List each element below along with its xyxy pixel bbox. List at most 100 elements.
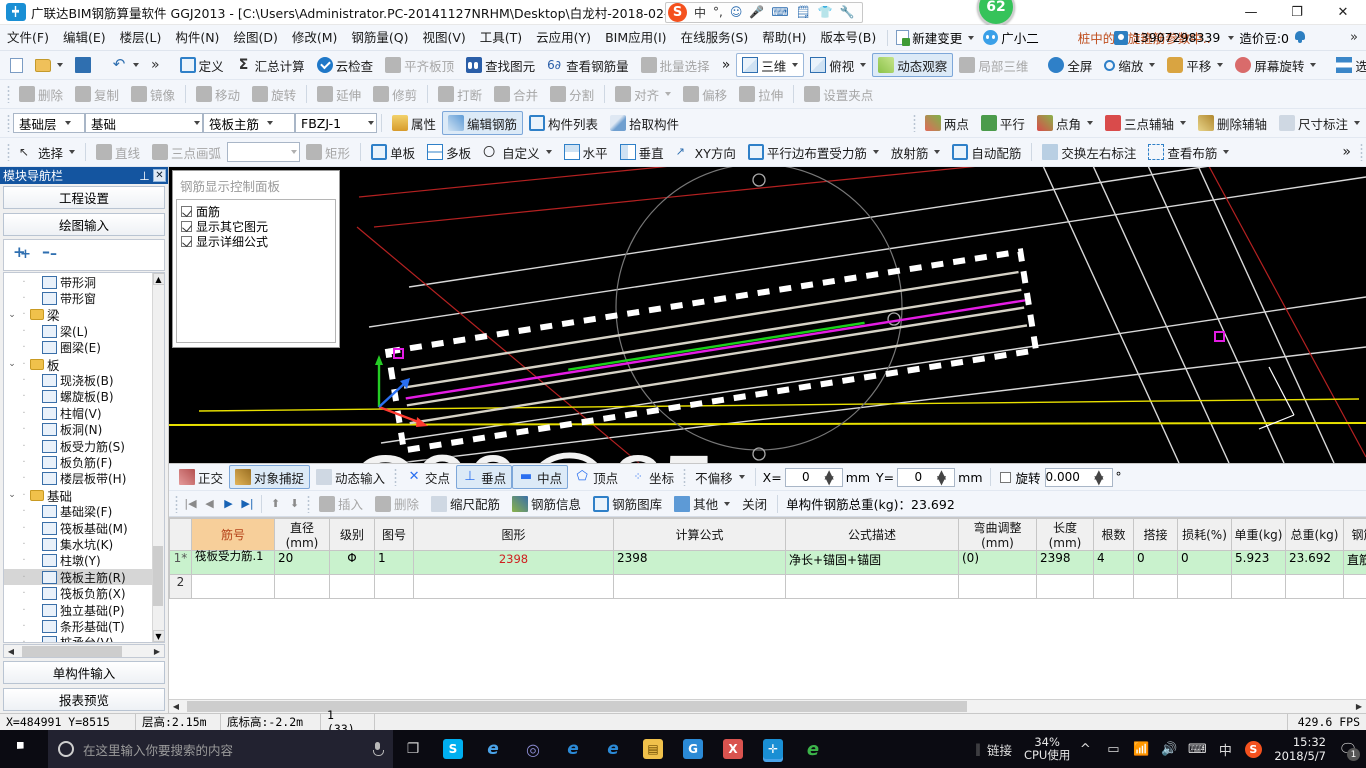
top-view-button[interactable]: 俯视 [804,53,872,77]
checkbox-show-other[interactable] [181,221,192,232]
view-layout-button[interactable]: 查看布筋 [1142,140,1235,164]
menu-file[interactable]: 文件(F) [0,26,56,50]
rotate-spinner[interactable]: ▲ ▼ [1083,468,1110,486]
tree-item-leaf[interactable]: · 梁(L) [4,323,152,339]
taskbar-app-edge[interactable]: e [553,730,593,768]
checkbox-top-rebar[interactable] [181,206,192,217]
summary-calc-button[interactable]: Σ 汇总计算 [230,53,311,77]
rebar-option-formula[interactable]: 显示详细公式 [181,234,335,249]
ime-lang-icon[interactable]: 中 [694,4,706,21]
account-area[interactable]: 13907298339 造价豆:0 [1113,28,1306,47]
ime-skin-icon[interactable]: 👕 [818,5,833,19]
rebar-display-control-panel[interactable]: 钢筋显示控制面板 面筋 显示其它图元 显示详细公式 [172,170,340,348]
component-tree[interactable]: · 带形洞 · 带形窗 ⌄ · 梁 · 梁(L) · 圈梁(E) ⌄ · 板 · 现浇板(B… [3,272,165,643]
draw-toolbar-overflow[interactable]: » [1336,140,1357,164]
local-3d-button[interactable]: 局部三维 [953,53,1034,77]
menu-overflow-button[interactable]: » [1350,30,1358,45]
tree-item-leaf[interactable]: · 现浇板(B) [4,372,152,388]
assistant-button[interactable]: 广小二 [978,28,1044,47]
tree-scroll-down-button[interactable]: ▼ [152,630,164,642]
pick-component-button[interactable]: 拾取构件 [604,111,685,135]
vertical-button[interactable]: 垂直 [614,140,670,164]
draw-toolbar-grip-right[interactable] [1360,143,1363,161]
tree-item-leaf[interactable]: · 板受力筋(S) [4,438,152,454]
taskbar-app-ggj[interactable]: ✛ [753,730,793,768]
extend-button[interactable]: 延伸 [311,82,367,106]
component-name-select[interactable]: FBZJ-1 [295,113,377,133]
cell-formula[interactable]: 2398 [613,550,786,575]
menu-online-service[interactable]: 在线服务(S) [674,26,756,50]
other-button[interactable]: 其他 [668,492,736,516]
sogou-ime-icon[interactable]: S [668,2,687,22]
x-spinner[interactable]: ▲ ▼ [813,468,840,486]
table-scroll-thumb[interactable] [187,701,967,712]
cell-grade[interactable]: Φ [329,550,375,575]
nav-down-button[interactable]: ⬇ [285,494,304,513]
rebar-info-button[interactable]: 钢筋信息 [506,492,587,516]
tree-scroll-right-button[interactable]: ▶ [150,645,164,657]
auto-rebar-button[interactable]: 自动配筋 [946,140,1027,164]
microphone-icon[interactable] [372,741,384,757]
delete-row-button[interactable]: 删除 [369,492,425,516]
align-button[interactable]: 对齐 [609,82,677,106]
tree-item-leaf[interactable]: · 筏板主筋(R) [4,569,152,586]
trim-button[interactable]: 修剪 [367,82,423,106]
copy-button[interactable]: 复制 [69,82,125,106]
vertex-snap-button[interactable]: ⬠ 顶点 [568,465,624,489]
tree-item-folder[interactable]: ⌄ · 基础 [4,487,152,504]
component-toolbar-grip[interactable] [7,114,10,132]
object-snap-button[interactable]: 对象捕捉 [229,465,311,489]
intersection-snap-button[interactable]: ✕ 交点 [400,465,456,489]
cell-rebar-no[interactable] [191,574,275,599]
draw-style-select[interactable] [227,142,301,162]
maximize-button[interactable]: ❐ [1274,0,1320,25]
select-floor-button[interactable]: 选择楼层 [1330,53,1366,77]
minimize-button[interactable]: — [1228,0,1274,25]
keyboard-icon[interactable]: ⌨ [1184,730,1210,768]
stretch-button[interactable]: 拉伸 [733,82,789,106]
tree-item-folder[interactable]: ⌄ · 梁 [4,307,152,323]
ime-note-icon[interactable]: 🗒 [796,5,811,19]
open-file-button[interactable] [29,53,69,77]
ortho-button[interactable]: 正交 [173,465,229,489]
th-rebar-type[interactable]: 钢筋 [1343,518,1366,551]
midpoint-snap-button[interactable]: ▬ 中点 [512,465,569,489]
th-lap[interactable]: 搭接 [1133,518,1178,551]
battery-icon[interactable]: ▭ [1100,730,1126,768]
th-formula-desc[interactable]: 公式描述 [785,518,959,551]
cell-length[interactable]: 2398 [1036,550,1094,575]
cell-loss[interactable]: 0 [1177,550,1232,575]
task-view-button[interactable]: ❐ [393,730,433,768]
taskbar-app-edge2[interactable]: e [593,730,633,768]
cell-unit-weight[interactable] [1231,574,1286,599]
rebar-table-container[interactable]: 筋号 直径(mm) 级别 图号 图形 计算公式 公式描述 弯曲调整(mm) 长度… [169,517,1366,713]
screen-rotate-button[interactable]: 屏幕旋转 [1229,53,1322,77]
close-edit-button[interactable]: 关闭 [736,492,773,516]
show-hidden-icons-button[interactable]: ^ [1072,730,1098,768]
three-point-axis-button[interactable]: 三点辅轴 [1099,111,1192,135]
rebar-library-button[interactable]: 钢筋图库 [587,492,668,516]
tree-item-leaf[interactable]: · 带形窗 [4,290,152,306]
draw-toolbar-grip[interactable] [7,143,10,161]
th-shape[interactable]: 图形 [413,518,614,551]
component-list-button[interactable]: 构件列表 [523,111,604,135]
volume-icon[interactable]: 🔊 [1156,730,1182,768]
set-grip-button[interactable]: 设置夹点 [798,82,879,106]
table-row[interactable]: 1* 筏板受力筋.1 20 Φ 1 2398 2398 净长+锚固+锚固 (0)… [169,550,1366,575]
th-length[interactable]: 长度(mm) [1036,518,1094,551]
cell-diameter[interactable]: 20 [274,550,330,575]
select-tool-button[interactable]: ↖ 选择 [13,140,81,164]
tree-item-leaf[interactable]: · 柱墩(Y) [4,553,152,569]
menu-bim[interactable]: BIM应用(I) [598,26,674,50]
taskbar-search[interactable]: 在这里输入你要搜索的内容 [48,730,393,768]
y-offset-input[interactable]: 0 ▲ ▼ [897,467,956,487]
tree-horizontal-scrollbar[interactable]: ◀ ▶ [3,644,165,658]
menu-modify[interactable]: 修改(M) [285,26,345,50]
toolbar-overflow-2[interactable]: » [716,53,737,77]
link-label[interactable]: 链接 [983,740,1022,759]
tree-scroll-left-button[interactable]: ◀ [4,645,18,657]
properties-button[interactable]: 属性 [386,111,442,135]
tree-item-folder[interactable]: ⌄ · 板 [4,356,152,373]
batch-select-button[interactable]: 批量选择 [635,53,716,77]
cell-lap[interactable] [1133,574,1178,599]
